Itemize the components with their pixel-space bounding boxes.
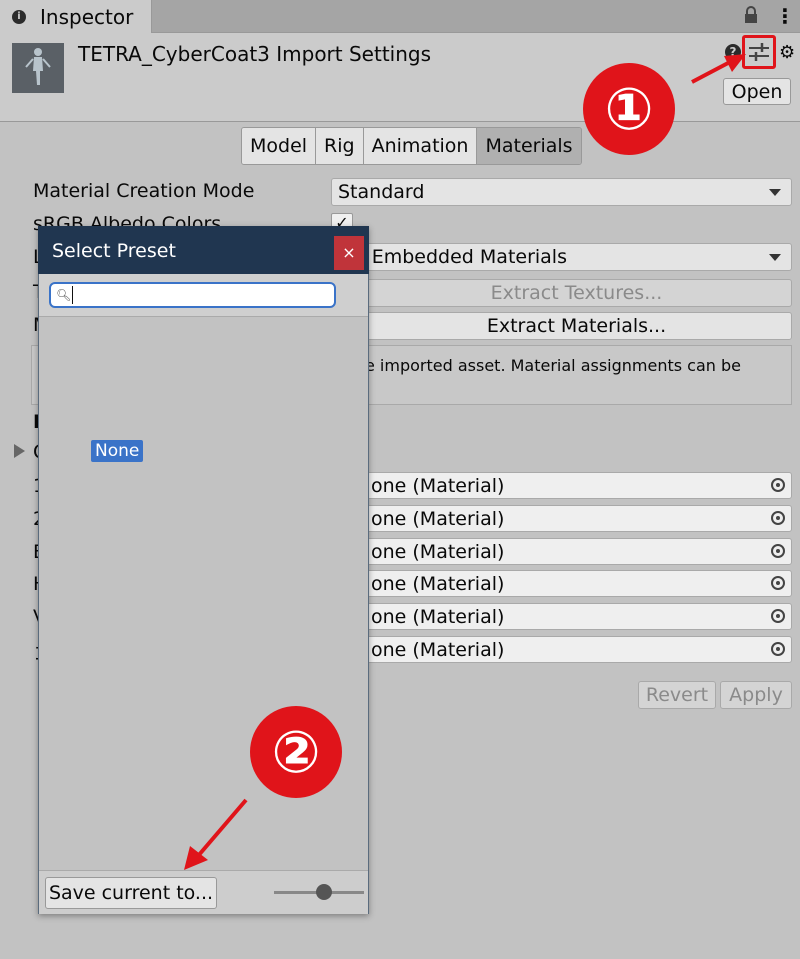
material-object-field[interactable]: one (Material)	[350, 570, 792, 597]
chevron-down-icon	[769, 254, 781, 261]
material-field-value: one (Material)	[371, 475, 505, 497]
extract-materials-button[interactable]: Extract Materials...	[331, 312, 792, 340]
object-picker-icon[interactable]	[771, 511, 785, 525]
info-icon: i	[12, 9, 26, 24]
asset-thumbnail	[12, 43, 64, 93]
material-field-value: one (Material)	[371, 508, 505, 530]
material-object-field[interactable]: one (Material)	[350, 603, 792, 630]
help-box: e imported asset. Material assignments c…	[365, 345, 792, 405]
material-object-field[interactable]: one (Material)	[350, 505, 792, 532]
text-cursor	[72, 286, 73, 304]
tab-inspector[interactable]: i Inspector	[0, 0, 152, 33]
sliders-icon	[749, 43, 769, 61]
object-picker-icon[interactable]	[771, 609, 785, 623]
tab-inspector-label: Inspector	[40, 4, 134, 29]
annotation-arrow-2	[184, 798, 248, 870]
object-picker-icon[interactable]	[771, 642, 785, 656]
material-object-field[interactable]: one (Material)	[350, 538, 792, 565]
object-picker-icon[interactable]	[771, 544, 785, 558]
help-text: e imported asset. Material assignments c…	[365, 356, 742, 375]
annotation-step1: ①	[604, 75, 654, 143]
material-field-value: one (Material)	[371, 639, 505, 661]
material-object-field[interactable]: one (Material)	[350, 472, 792, 499]
location-dropdown[interactable]: e Embedded Materials	[331, 243, 792, 271]
gear-icon[interactable]: ⚙	[779, 42, 795, 63]
apply-button[interactable]: Apply	[720, 681, 792, 709]
close-button[interactable]: ×	[334, 236, 364, 270]
preset-list-item[interactable]: None	[91, 440, 144, 462]
foldout-arrow-icon[interactable]	[14, 444, 25, 458]
annotation-step2-badge: ②	[250, 706, 342, 798]
annotation-arrow-1	[691, 54, 746, 84]
search-icon: 🔍︎	[56, 288, 72, 302]
page-title: TETRA_CyberCoat3 Import Settings	[78, 42, 432, 66]
popup-title: Select Preset	[52, 240, 176, 262]
tab-rig[interactable]: Rig	[316, 128, 364, 164]
lock-icon[interactable]	[744, 6, 758, 24]
object-picker-icon[interactable]	[771, 576, 785, 590]
tab-animation[interactable]: Animation	[363, 128, 478, 164]
material-field-value: one (Material)	[371, 541, 505, 563]
import-tabs: Model Rig Animation Materials	[241, 127, 582, 165]
material-object-field[interactable]: one (Material)	[350, 636, 792, 663]
tab-materials[interactable]: Materials	[477, 128, 581, 164]
annotation-step1-badge: ①	[583, 63, 675, 155]
material-creation-mode-label: Material Creation Mode	[33, 180, 255, 202]
revert-button[interactable]: Revert	[638, 681, 716, 709]
preset-search-input[interactable]	[49, 282, 336, 308]
material-field-value: one (Material)	[371, 606, 505, 628]
material-field-value: one (Material)	[371, 573, 505, 595]
material-creation-mode-dropdown[interactable]: Standard	[331, 178, 792, 206]
more-options-icon[interactable]: ⋮	[775, 4, 795, 28]
location-value: e Embedded Materials	[354, 246, 567, 268]
tab-model[interactable]: Model	[242, 128, 317, 164]
zoom-slider-handle[interactable]	[315, 884, 332, 900]
extract-textures-button[interactable]: Extract Textures...	[331, 279, 792, 307]
figure-icon	[25, 48, 51, 85]
material-creation-mode-value: Standard	[338, 181, 425, 203]
annotation-step2: ②	[271, 718, 321, 786]
object-picker-icon[interactable]	[771, 478, 785, 492]
chevron-down-icon	[769, 189, 781, 196]
save-current-button[interactable]: Save current to...	[45, 877, 217, 909]
